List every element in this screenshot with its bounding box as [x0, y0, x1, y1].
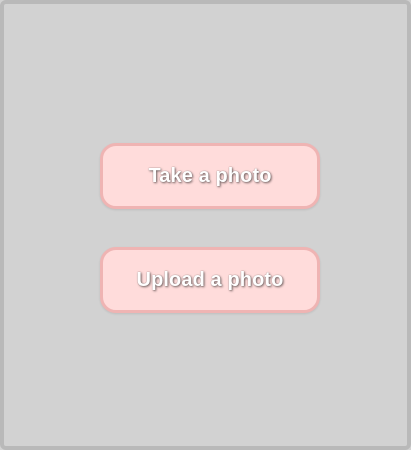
take-photo-label: Take a photo: [148, 164, 272, 187]
upload-photo-label: Upload a photo: [136, 268, 284, 291]
upload-photo-button[interactable]: Upload a photo: [100, 247, 320, 313]
photo-source-panel: Take a photo Upload a photo: [0, 0, 411, 450]
take-photo-button[interactable]: Take a photo: [100, 143, 320, 209]
